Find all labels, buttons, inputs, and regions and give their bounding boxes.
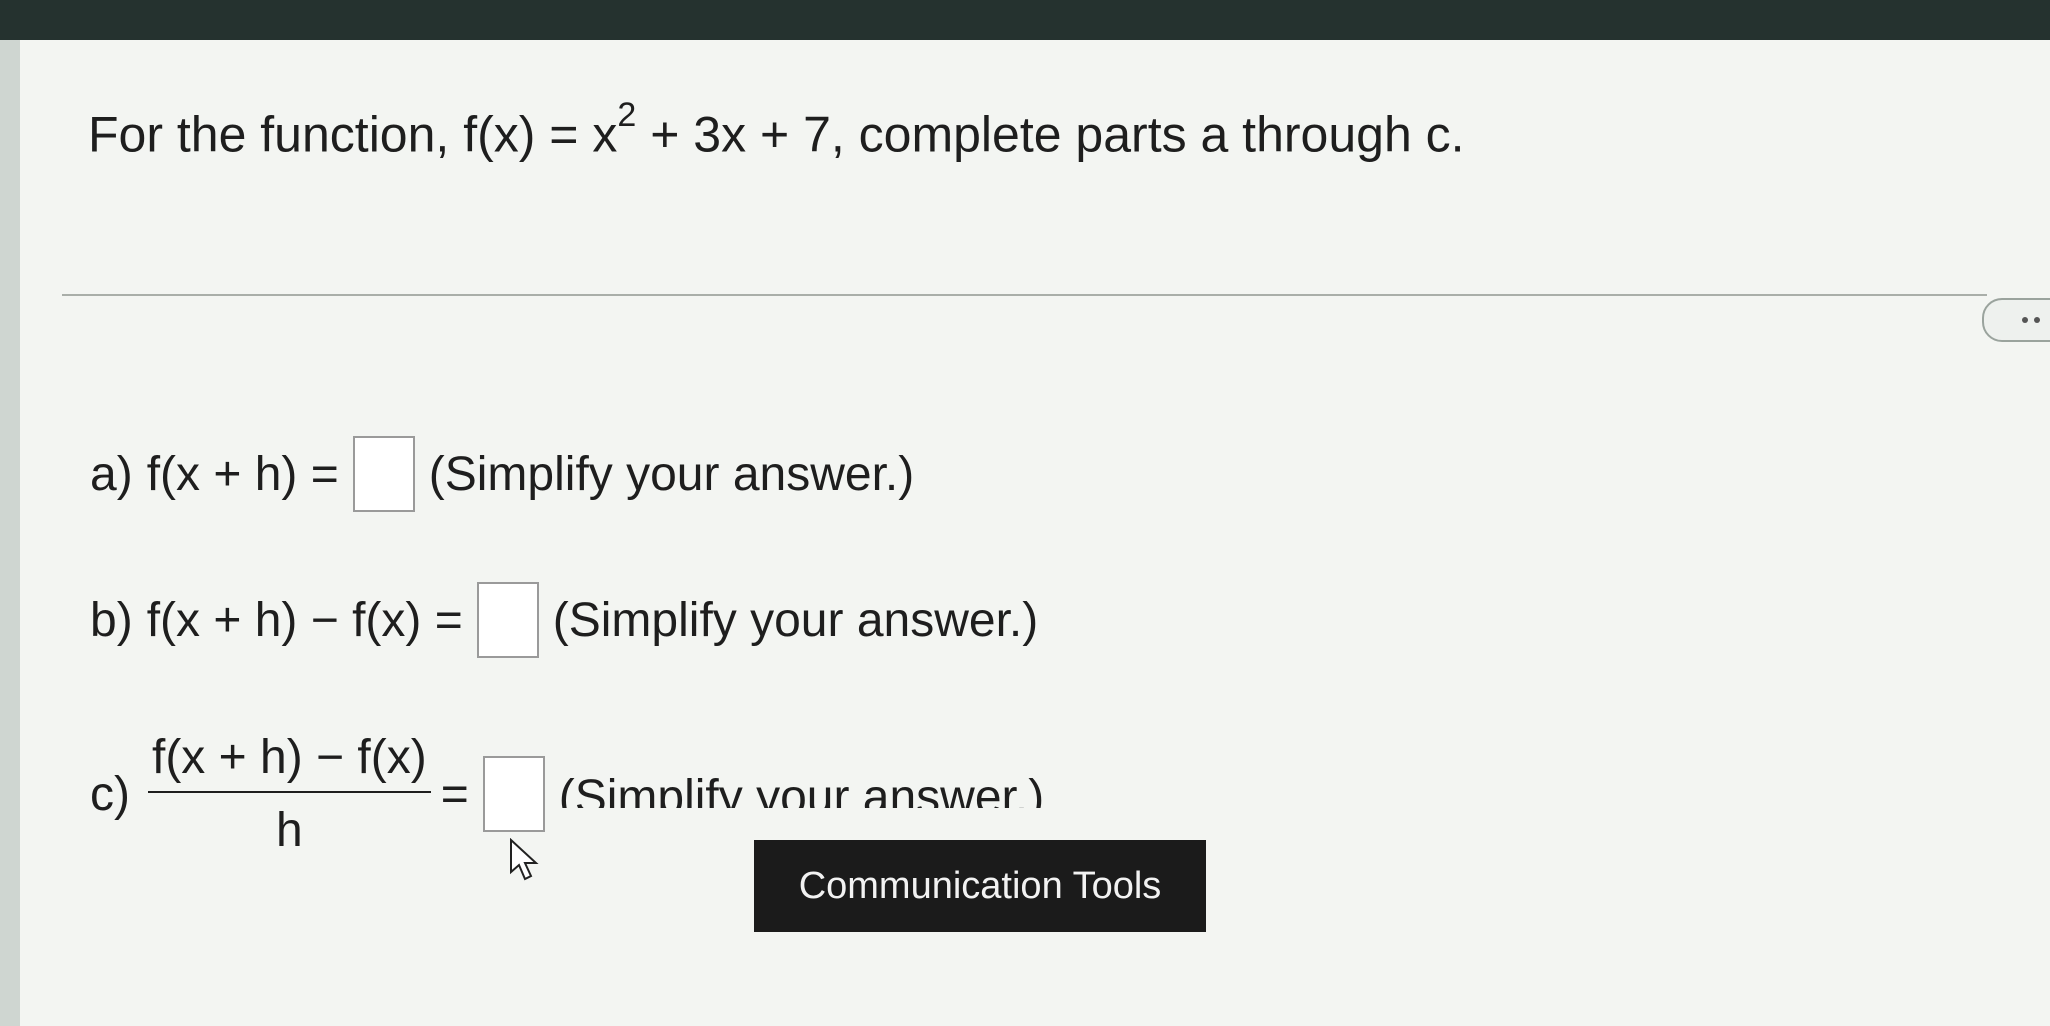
part-b-answer-input[interactable] (476, 582, 539, 658)
part-a-expression: f(x + h) = (146, 447, 339, 501)
more-options-icon (2022, 317, 2028, 323)
more-options-icon-dot (2034, 317, 2040, 323)
question-text: For the function, f(x) = x2 + 3x + 7, co… (88, 96, 1465, 164)
part-c-equals: = (440, 767, 469, 821)
part-c-label: c) (90, 767, 130, 821)
tooltip-text: Communication Tools (798, 864, 1162, 907)
window-top-bar (0, 0, 2050, 44)
part-a-hint: (Simplify your answer.) (428, 447, 915, 501)
part-a-answer-input[interactable] (352, 436, 415, 512)
part-c: c) f(x + h) − f(x) h = (Simplify your an… (90, 730, 1119, 858)
question-exponent: 2 (617, 96, 637, 134)
part-b-label: b) (90, 593, 133, 647)
part-a-label: a) (90, 447, 133, 501)
part-b-hint: (Simplify your answer.) (552, 593, 1039, 647)
mouse-pointer-icon (510, 838, 539, 881)
part-c-fraction: f(x + h) − f(x) h (147, 730, 431, 858)
question-suffix: + 3x + 7, complete parts a through c. (636, 106, 1465, 163)
section-divider (62, 294, 1987, 296)
part-c-answer-input[interactable] (482, 756, 545, 832)
part-b-expression: f(x + h) − f(x) = (146, 593, 463, 647)
part-c-denominator: h (275, 804, 303, 857)
part-b: b) f(x + h) − f(x) = (Simplify your answ… (90, 582, 1038, 658)
more-options-button[interactable] (1982, 298, 2050, 342)
question-prefix: For the function, f(x) = x (88, 106, 618, 163)
part-a: a) f(x + h) = (Simplify your answer.) (90, 436, 914, 512)
part-c-hint: (Simplify your answer.) (558, 771, 1045, 808)
screen-left-edge (0, 40, 20, 1026)
communication-tools-tooltip: Communication Tools (754, 840, 1206, 932)
part-c-numerator: f(x + h) − f(x) (151, 731, 427, 784)
